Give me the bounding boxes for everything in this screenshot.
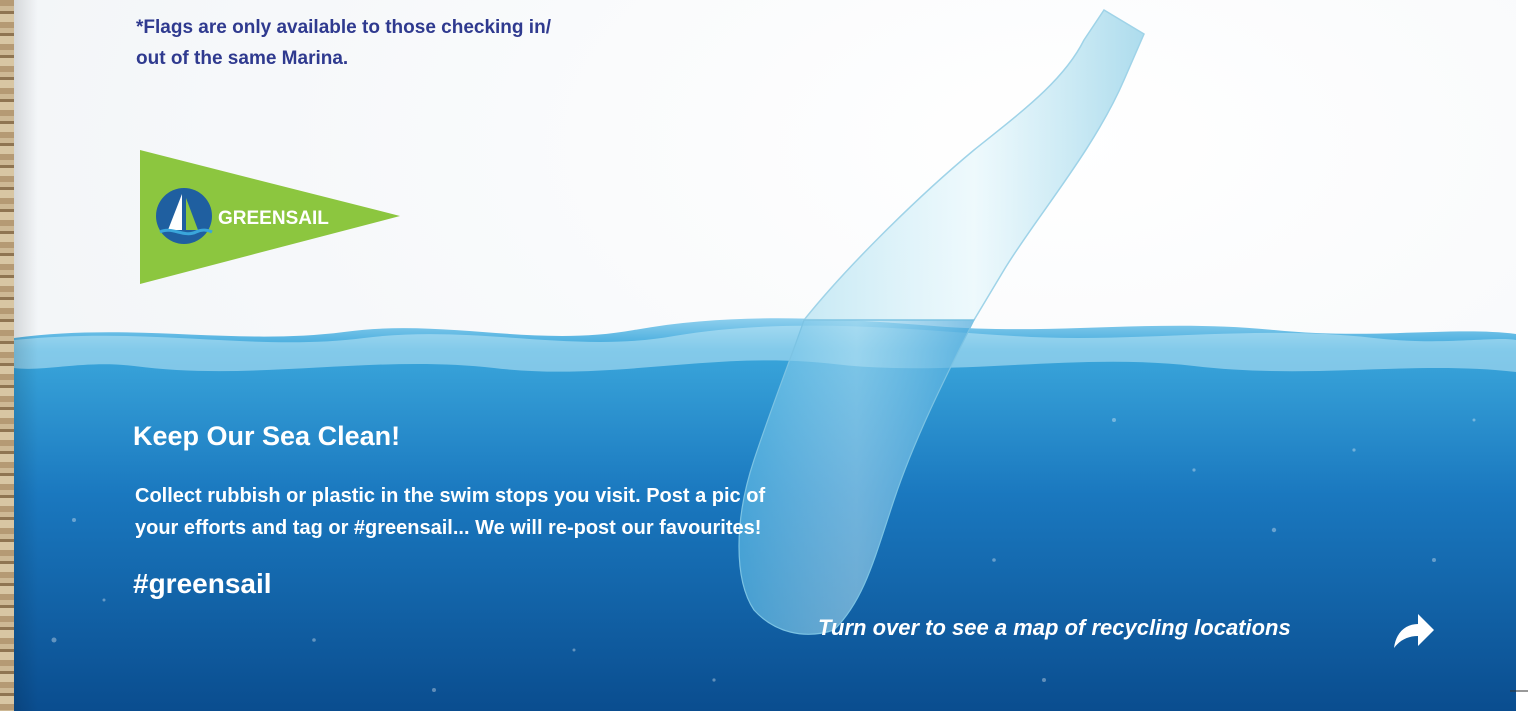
flyer-page: *Flags are only available to those check… (0, 0, 1528, 711)
page-fold-shadow (14, 0, 38, 711)
campaign-title: Keep Our Sea Clean! (133, 421, 401, 451)
sea-illustration (14, 8, 1516, 711)
flag-availability-note: *Flags are only available to those check… (136, 12, 696, 74)
sand-border (0, 0, 14, 711)
greensail-pennant-logo: GREENSAIL (140, 150, 400, 284)
campaign-body: Collect rubbish or plastic in the swim s… (135, 480, 1015, 544)
campaign-body-line-2: your efforts and tag or #greensail... We… (135, 517, 762, 539)
turn-over-note: Turn over to see a map of recycling loca… (818, 615, 1291, 640)
crop-mark (1510, 690, 1528, 692)
curved-forward-arrow-icon (1394, 614, 1434, 648)
logo-wordmark: GREENSAIL (218, 208, 329, 229)
campaign-hashtag: #greensail (133, 568, 272, 599)
flag-note-line-2: out of the same Marina. (136, 48, 349, 69)
logo-circle-icon (156, 188, 212, 244)
campaign-body-line-1: Collect rubbish or plastic in the swim s… (135, 485, 766, 507)
right-margin (1516, 0, 1528, 711)
flag-note-line-1: *Flags are only available to those check… (136, 17, 551, 38)
